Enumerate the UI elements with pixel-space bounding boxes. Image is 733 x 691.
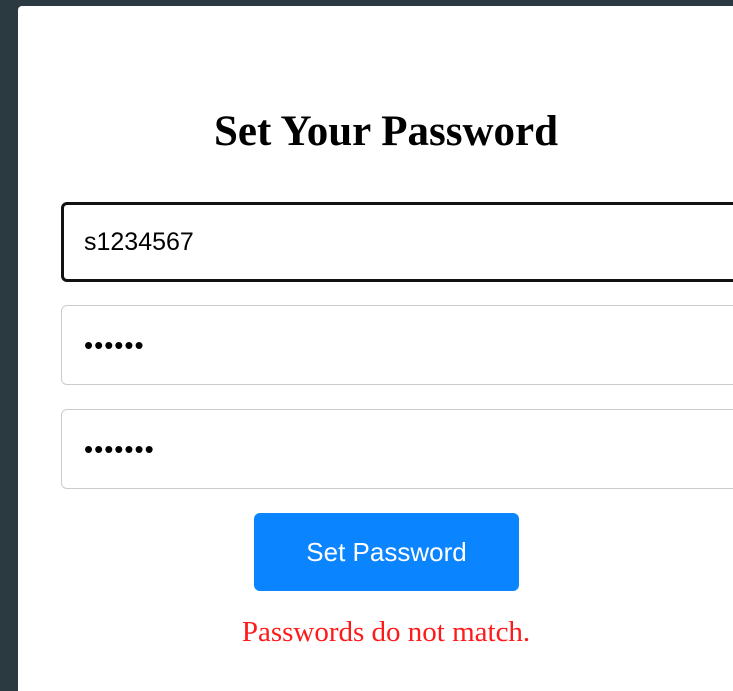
error-message: Passwords do not match.: [241, 616, 531, 648]
password-card: Set Your Password Set Password Passwords…: [18, 6, 733, 691]
set-password-button[interactable]: Set Password: [254, 513, 519, 591]
username-input[interactable]: [61, 202, 733, 282]
password-input[interactable]: [61, 305, 733, 385]
page-title: Set Your Password: [213, 108, 559, 155]
confirm-password-input[interactable]: [61, 409, 733, 489]
